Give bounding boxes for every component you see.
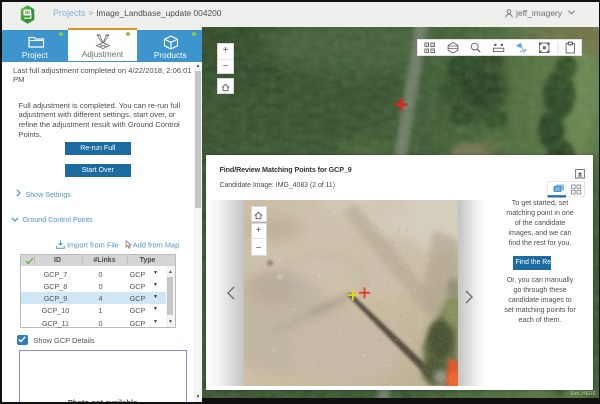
svg-text:Esri, HERE: Esri, HERE [571,391,597,397]
